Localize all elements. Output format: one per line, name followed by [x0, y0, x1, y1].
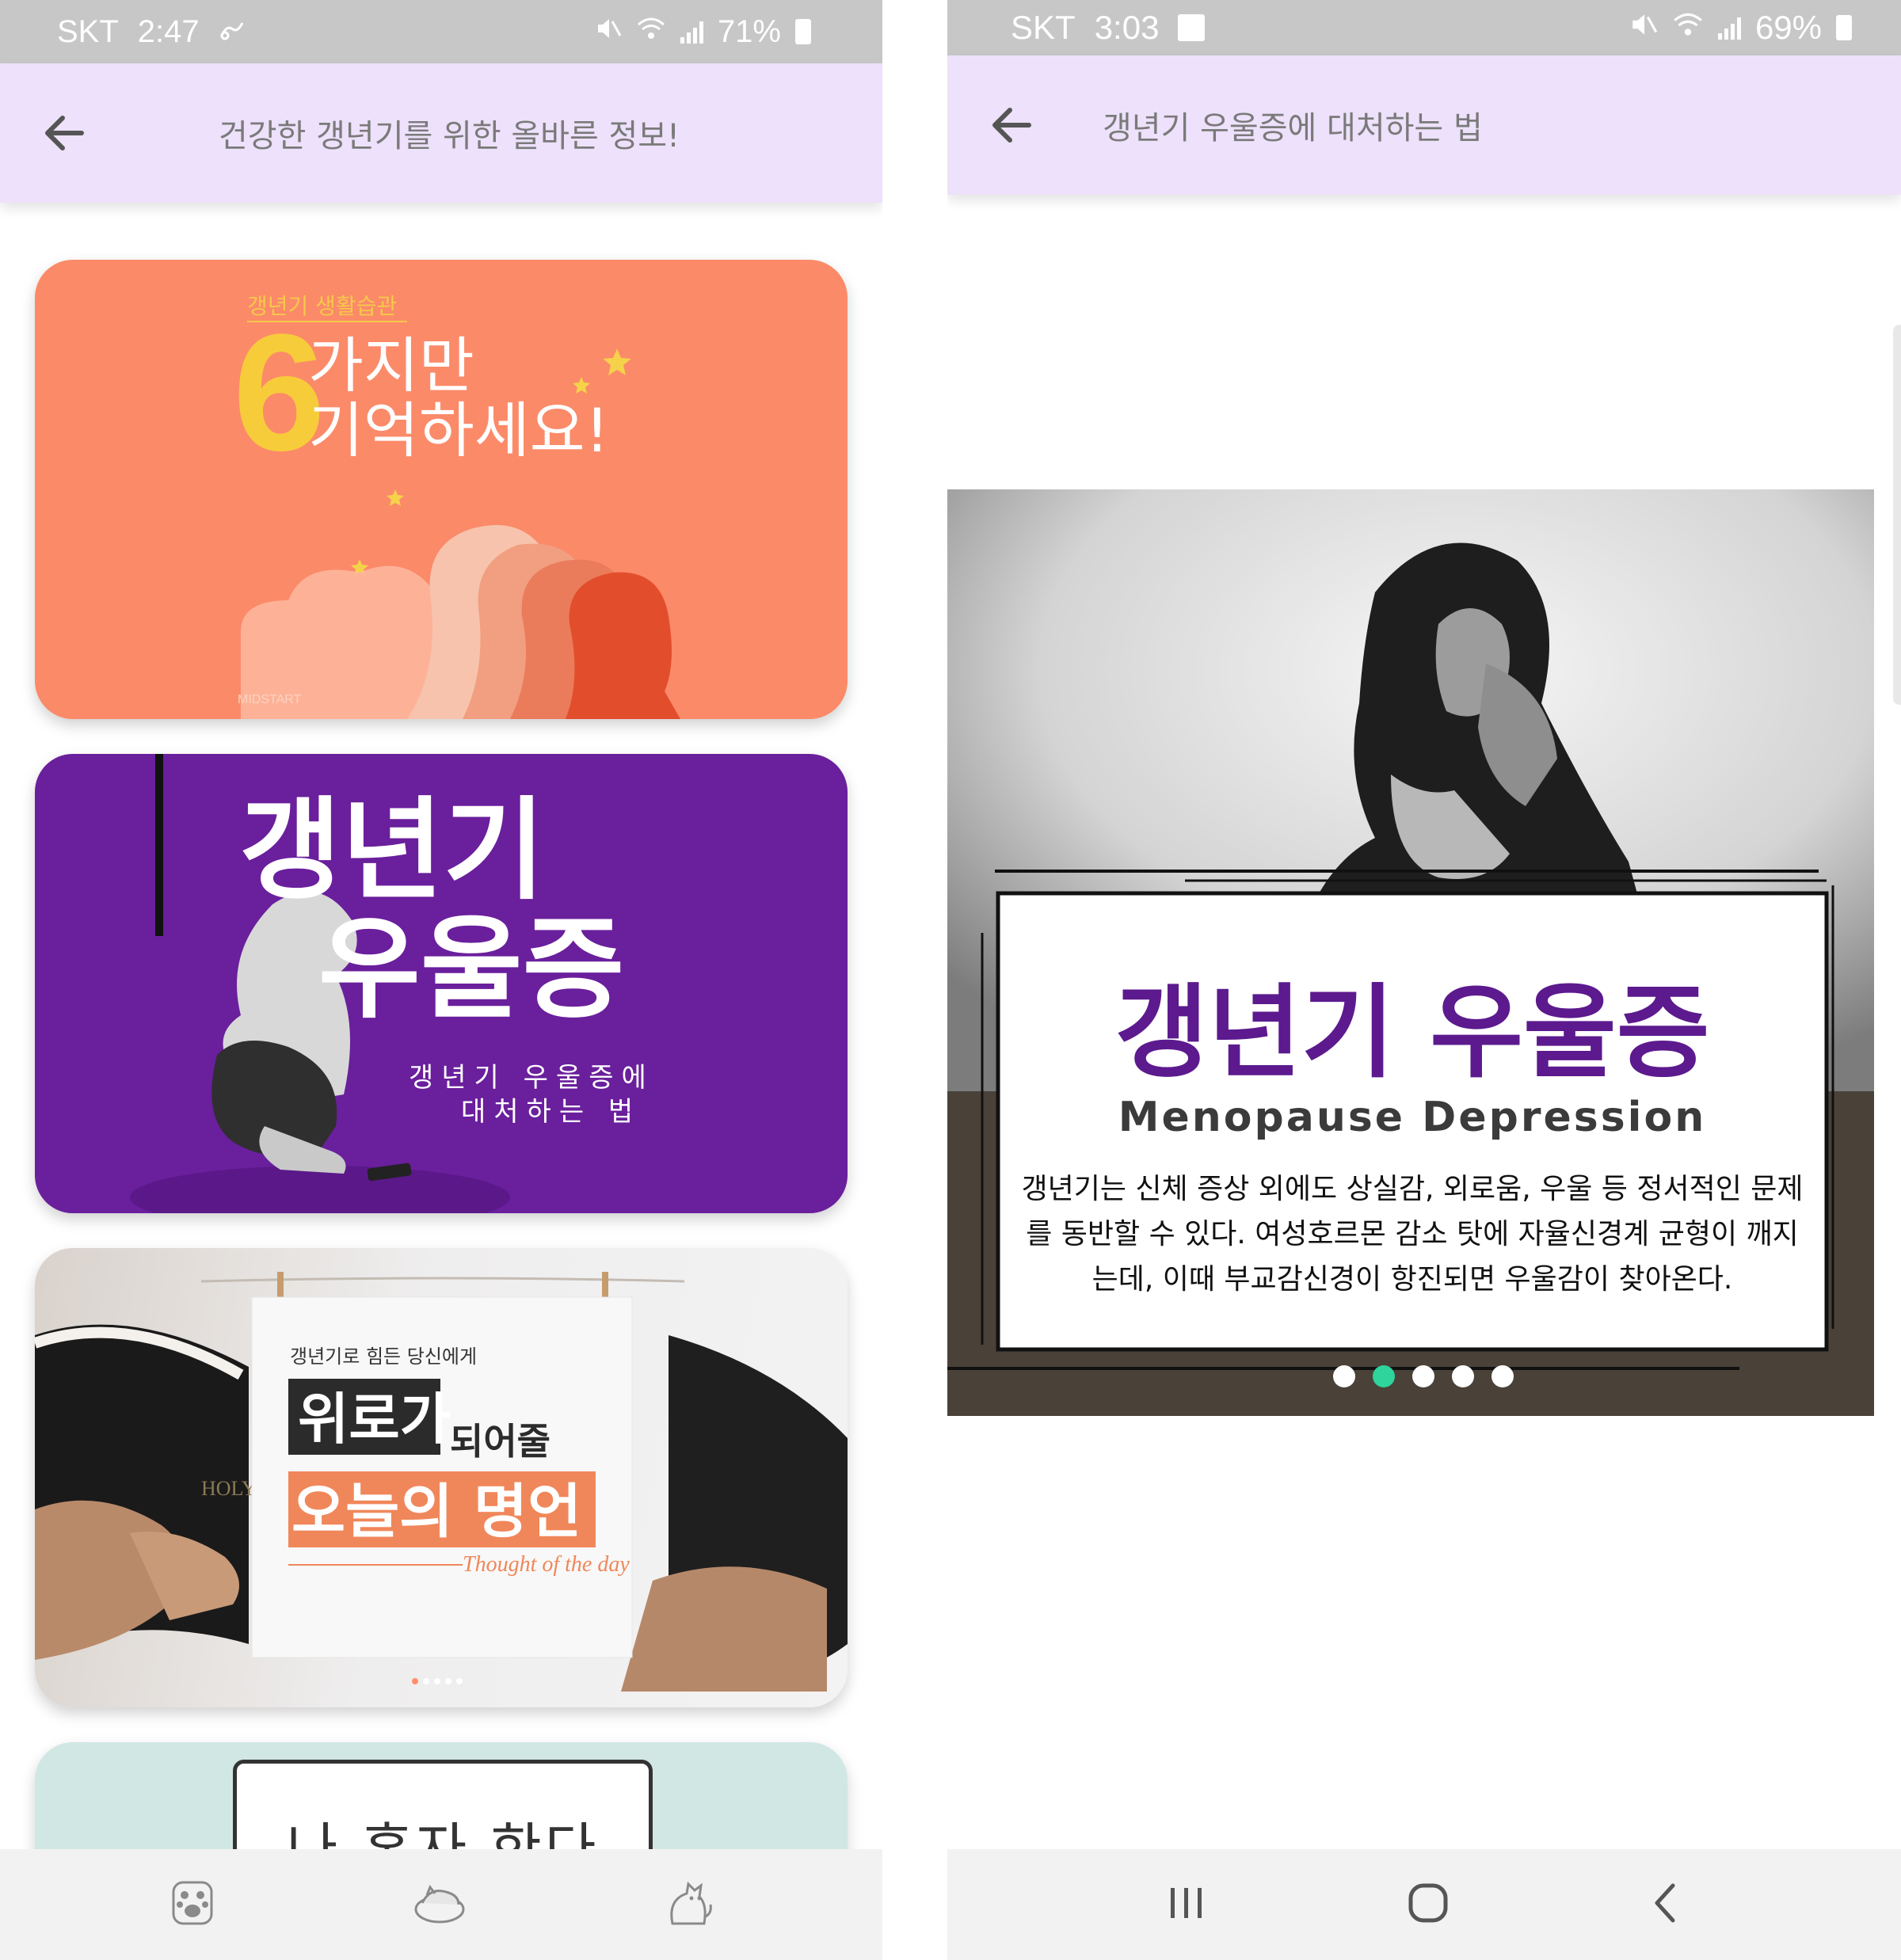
page-title: 갱년기 우울증에 대처하는 법: [1103, 110, 1483, 147]
paw-icon: [172, 1881, 213, 1925]
page-dot[interactable]: [1412, 1365, 1434, 1387]
card2-subtitle-line2: 대처하는 법: [461, 1096, 641, 1128]
mute-icon: [1629, 9, 1658, 47]
mute-icon: [595, 14, 622, 50]
card3-line2: 오늘의 명언: [291, 1478, 581, 1546]
menopause-depression-card[interactable]: 갱년기 우울증 갱년기 우울증에 대처하는 법: [35, 754, 848, 1213]
depression-card-art: 갱년기 우울증 갱년기 우울증에 대처하는 법: [130, 754, 654, 1213]
nav-sleeping-cat-button[interactable]: [411, 1879, 468, 1930]
quote-of-the-day-card[interactable]: HOLY BIBLE 갱년기로 힘든 당신에게 위로가 되어줄 오늘의 명언 T…: [35, 1248, 848, 1707]
status-icons: 71%: [595, 14, 811, 50]
slide-page-indicator: [1333, 1365, 1514, 1387]
cat-icon: [670, 1881, 712, 1925]
carousel-dot: [434, 1678, 440, 1684]
card2-title-line1: 갱년기: [239, 786, 545, 915]
page-dot[interactable]: [1452, 1365, 1474, 1387]
battery-percent: 71%: [717, 13, 781, 49]
lifestyle-card-art: 갱년기 생활습관 6 가지만 기억하세요! MIDSTART: [233, 293, 680, 719]
carousel-dot: [456, 1678, 463, 1684]
page-dot-active[interactable]: [1373, 1365, 1395, 1387]
status-icons: 69%: [1629, 9, 1852, 47]
signal-icon: [1717, 16, 1741, 40]
card3-signature: Thought of the day: [463, 1552, 630, 1577]
page-dot[interactable]: [1491, 1365, 1514, 1387]
battery-percent: 69%: [1754, 9, 1822, 46]
back-button[interactable]: [21, 89, 108, 177]
carousel-dot: [423, 1678, 429, 1684]
carrier-label: SKT: [57, 13, 119, 49]
bottom-navigation: [0, 1849, 882, 1960]
status-left: SKT 2:47: [57, 14, 246, 50]
recent-apps-icon: [1171, 1888, 1202, 1918]
battery-icon: [795, 19, 811, 44]
slide-subheadline: Menopause Depression: [1118, 1094, 1706, 1141]
page-dot[interactable]: [1333, 1365, 1355, 1387]
wifi-icon: [1672, 9, 1704, 47]
card3-kicker: 갱년기로 힘든 당신에게: [290, 1345, 477, 1368]
signal-icon: [680, 20, 703, 44]
back-icon: [1655, 1883, 1675, 1923]
nav-paw-button[interactable]: [169, 1878, 216, 1931]
status-left: SKT 3:03: [1011, 9, 1206, 47]
home-button[interactable]: [1404, 1879, 1452, 1930]
article-slide[interactable]: 갱년기 우울증 Menopause Depression 갱년기는 신체 증상 …: [947, 489, 1874, 1416]
carousel-dot: [445, 1678, 451, 1684]
quote-card-art: HOLY BIBLE 갱년기로 힘든 당신에게 위로가 되어줄 오늘의 명언 T…: [35, 1272, 848, 1692]
sleeping-cat-icon: [414, 1884, 465, 1924]
home-icon: [1408, 1883, 1448, 1923]
arrow-left-icon: [992, 108, 1031, 143]
card1-line2: 기억하세요!: [308, 395, 609, 466]
right-phone-screen: SKT 3:03 69% 갱년기 우울증에 대처하는 법 갱년기 우울증 Men…: [947, 0, 1901, 1960]
slide-body-line2: 를 동반할 수 있다. 여성호르몬 감소 탓에 자율신경계 균형이 깨지: [1026, 1218, 1799, 1250]
card2-subtitle-line1: 갱년기 우울증에: [409, 1062, 654, 1094]
slide-art: 갱년기 우울증 Menopause Depression 갱년기는 신체 증상 …: [947, 489, 1874, 1416]
left-phone-screen: SKT 2:47 71% 건강한 갱년기를 위한 올바른 정보! 갱년기 생활습…: [0, 0, 882, 1960]
system-back-button[interactable]: [1646, 1879, 1686, 1930]
carrier-label: SKT: [1011, 9, 1076, 46]
nav-cat-button[interactable]: [663, 1878, 714, 1931]
arrow-left-icon: [45, 116, 84, 150]
edge-panel-handle[interactable]: [1893, 325, 1901, 705]
card3-highlight: 위로가: [298, 1387, 451, 1452]
notification-icon: [219, 14, 246, 50]
card2-title-line2: 우울증: [318, 905, 624, 1034]
slide-body-line1: 갱년기는 신체 증상 외에도 상실감, 외로움, 우울 등 정서적인 문제: [1022, 1173, 1804, 1205]
battery-icon: [1836, 15, 1852, 40]
notification-icon: [1178, 14, 1206, 41]
wifi-icon: [636, 14, 666, 50]
status-bar: SKT 2:47 71%: [0, 0, 882, 63]
carousel-dot: [412, 1678, 418, 1684]
app-bar: 갱년기 우울증에 대처하는 법: [947, 55, 1901, 195]
system-navigation-bar: [947, 1849, 1901, 1960]
status-bar: SKT 3:03 69%: [947, 0, 1901, 55]
card3-carousel-indicator: [412, 1678, 463, 1684]
card1-brand: MIDSTART: [238, 693, 302, 706]
clock: 3:03: [1094, 9, 1160, 46]
recent-apps-button[interactable]: [1163, 1883, 1210, 1926]
clock: 2:47: [137, 13, 200, 49]
lifestyle-tips-card[interactable]: 갱년기 생활습관 6 가지만 기억하세요! MIDSTART: [35, 260, 848, 719]
card1-line1: 가지만: [308, 330, 474, 401]
app-bar: 건강한 갱년기를 위한 올바른 정보!: [0, 63, 882, 203]
card3-line1-rest: 되어줄: [450, 1420, 550, 1463]
page-title: 건강한 갱년기를 위한 올바른 정보!: [219, 118, 680, 154]
back-button[interactable]: [968, 82, 1055, 169]
slide-body-line3: 는데, 이때 부교감신경이 항진되면 우울감이 찾아온다.: [1092, 1263, 1733, 1296]
slide-headline: 갱년기 우울증: [1114, 974, 1709, 1092]
